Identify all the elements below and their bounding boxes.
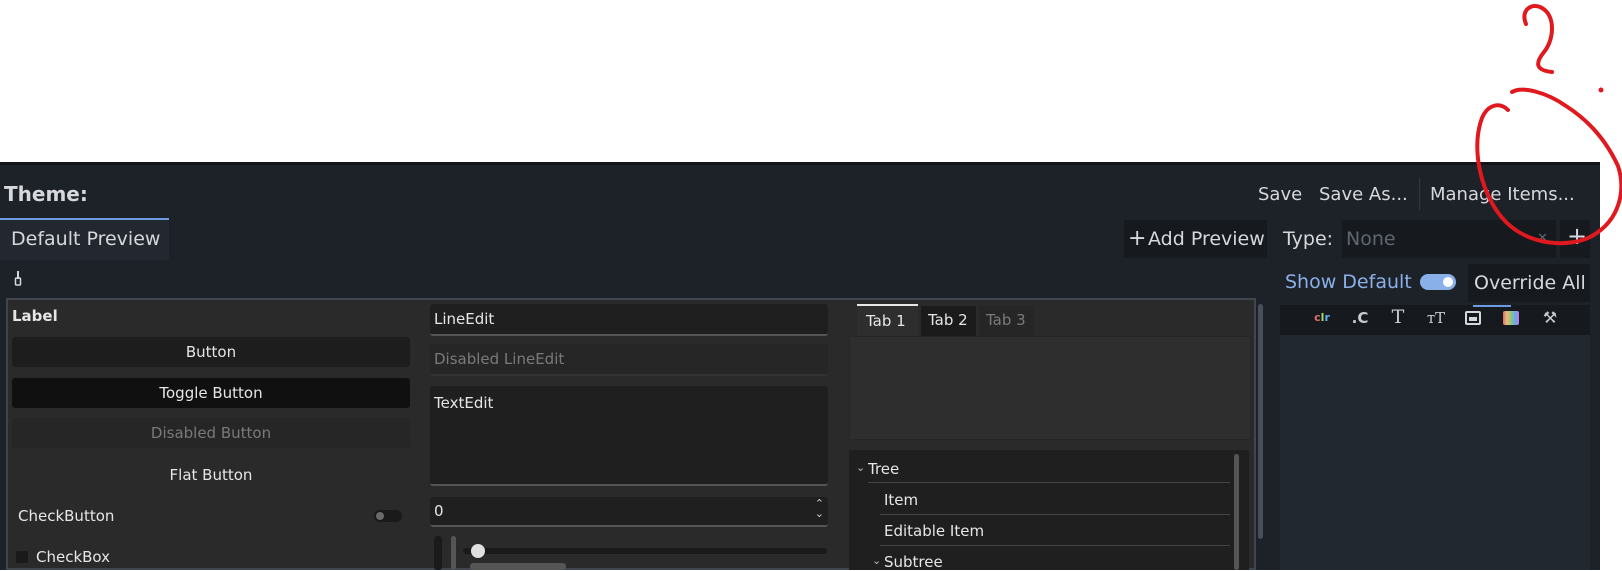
constant-icon[interactable]: .C <box>1348 309 1372 327</box>
tree-scrollbar[interactable] <box>1234 454 1239 570</box>
override-all-button[interactable]: Override All <box>1468 264 1590 302</box>
preview-toggle-label: Toggle Button <box>159 384 263 402</box>
header-separator <box>1419 178 1420 210</box>
preview-tab-1[interactable]: Tab 1 <box>857 304 918 338</box>
preview-tree[interactable] <box>849 450 1249 570</box>
preview-disabled-button: Disabled Button <box>12 418 410 448</box>
stylebox-icon[interactable] <box>1503 311 1519 325</box>
save-as-button[interactable]: Save As... <box>1319 184 1408 205</box>
theme-items-panel <box>1280 305 1590 570</box>
preview-disabled-label: Disabled Button <box>150 424 272 442</box>
font-icon[interactable]: T <box>1386 306 1410 328</box>
preview-tab-2[interactable]: Tab 2 <box>921 306 976 336</box>
preview-tab-3: Tab 3 <box>979 306 1034 336</box>
preview-checkbox[interactable]: CheckBox <box>36 548 110 566</box>
save-button[interactable]: Save <box>1258 184 1302 205</box>
add-type-button[interactable]: + <box>1560 220 1590 258</box>
chevron-down-icon[interactable]: ⌄ <box>856 461 865 474</box>
preview-vslider[interactable] <box>451 536 456 570</box>
preview-spinbox[interactable]: 0 ⌃ ⌄ <box>430 497 828 527</box>
plus-icon: + <box>1567 222 1588 250</box>
top-divider <box>0 162 1600 165</box>
tree-item[interactable]: Item <box>884 491 918 509</box>
font-size-icon[interactable]: ᴛT <box>1424 309 1448 327</box>
tree-editable-item[interactable]: Editable Item <box>884 522 984 540</box>
preview-line-edit[interactable]: LineEdit <box>430 304 828 336</box>
preview-button-label: Button <box>185 343 237 361</box>
add-preview-button[interactable]: + Add Preview <box>1124 220 1267 258</box>
preview-checkbox-box[interactable] <box>16 551 28 563</box>
chevron-down-icon[interactable]: ⌄ <box>872 554 881 567</box>
theme-type-icon[interactable]: ⚒ <box>1538 308 1562 327</box>
preview-vscrollbar[interactable] <box>434 536 442 570</box>
theme-label: Theme: <box>4 182 88 206</box>
preview-scrollbar[interactable] <box>1258 304 1263 539</box>
preview-tab-panel <box>849 336 1251 440</box>
preview-toggle-button[interactable]: Toggle Button <box>12 378 410 408</box>
active-tab-indicator <box>1473 305 1511 307</box>
tab-default-preview-label: Default Preview <box>11 228 161 250</box>
preview-flat-button[interactable]: Flat Button <box>12 466 410 484</box>
toggle-knob <box>1443 277 1453 287</box>
tree-root[interactable]: Tree <box>868 460 899 478</box>
type-input-placeholder: None <box>1346 228 1396 250</box>
clear-icon[interactable]: ✕ <box>1537 231 1548 246</box>
tree-subtree[interactable]: Subtree <box>884 553 943 571</box>
type-label: Type: <box>1283 228 1334 250</box>
show-default-label: Show Default <box>1285 271 1412 293</box>
plus-icon: + <box>1128 226 1147 251</box>
color-icon[interactable]: clr <box>1310 311 1334 324</box>
eyedropper-icon[interactable] <box>12 270 24 288</box>
preview-disabled-line-edit: Disabled LineEdit <box>430 344 828 376</box>
override-all-label: Override All <box>1474 272 1586 294</box>
preview-hscrollbar[interactable] <box>470 563 566 570</box>
show-default-toggle[interactable] <box>1420 274 1456 290</box>
add-preview-label: Add Preview <box>1148 228 1265 250</box>
tab-default-preview[interactable]: Default Preview <box>0 218 169 260</box>
preview-label: Label <box>12 307 58 325</box>
type-input[interactable]: None ✕ <box>1342 220 1556 258</box>
preview-hslider-grabber[interactable] <box>471 544 485 558</box>
spin-arrows-icon[interactable]: ⌃ ⌄ <box>815 498 824 519</box>
preview-text-edit[interactable]: TextEdit <box>430 386 828 486</box>
preview-button[interactable]: Button <box>12 337 410 367</box>
preview-toolbar <box>0 262 1270 294</box>
preview-check-button[interactable]: CheckButton <box>18 507 114 525</box>
manage-items-button[interactable]: Manage Items... <box>1430 184 1575 205</box>
icon-icon[interactable] <box>1465 311 1481 325</box>
preview-check-switch[interactable] <box>374 510 402 522</box>
preview-hslider[interactable] <box>463 548 827 554</box>
